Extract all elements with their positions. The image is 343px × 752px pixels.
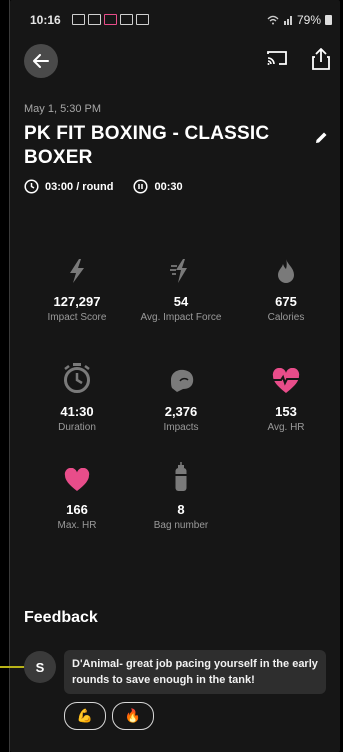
stat-value: 153 xyxy=(275,404,297,419)
workout-title: PK FIT BOXING - CLASSIC BOXER xyxy=(24,123,270,168)
back-button[interactable] xyxy=(24,44,58,78)
feedback-heading: Feedback xyxy=(24,609,98,626)
flex-reaction-button[interactable]: 💪 xyxy=(64,702,106,730)
flex-emoji-icon: 💪 xyxy=(76,708,94,723)
stopwatch-icon xyxy=(64,363,90,393)
status-bar: 10:16 79% xyxy=(10,0,340,40)
status-time: 10:16 xyxy=(30,13,61,27)
round-duration-text: 03:00 / round xyxy=(45,180,114,193)
heart-icon xyxy=(64,468,90,491)
workout-meta: 03:00 / round 00:30 xyxy=(24,179,203,194)
clock-icon xyxy=(24,179,39,194)
arrow-left-icon xyxy=(33,54,49,68)
stat-label: Impact Score xyxy=(47,312,107,323)
stat-value: 166 xyxy=(66,502,88,517)
lightning-icon xyxy=(70,259,84,283)
stat-value: 2,376 xyxy=(164,404,198,419)
reaction-bar: 💪 🔥 xyxy=(64,702,154,730)
avatar-initial: S xyxy=(35,659,45,675)
notification-icon xyxy=(136,14,149,25)
punching-bag-icon xyxy=(175,462,187,491)
notification-icon xyxy=(88,14,101,25)
stat-bag-number: 8 Bag number xyxy=(131,458,231,532)
notification-icons xyxy=(72,14,149,25)
stat-duration: 41:30 Duration xyxy=(27,360,127,434)
stat-label: Avg. Impact Force xyxy=(140,312,222,323)
battery-percent: 79% xyxy=(296,13,321,27)
stat-value: 675 xyxy=(275,294,297,309)
rest-duration-text: 00:30 xyxy=(154,180,183,193)
pause-icon xyxy=(133,179,149,194)
wifi-icon xyxy=(267,15,279,25)
stat-label: Calories xyxy=(267,312,305,323)
workout-datetime: May 1, 5:30 PM xyxy=(24,103,102,115)
signal-icon xyxy=(283,16,292,25)
notification-icon xyxy=(120,14,133,25)
stat-label: Avg. HR xyxy=(267,422,305,433)
notification-icon xyxy=(72,14,85,25)
avatar[interactable]: S xyxy=(24,651,56,683)
feedback-comment: D'Animal- great job pacing yourself in t… xyxy=(64,650,326,694)
avatar-connector xyxy=(0,666,26,668)
battery-icon xyxy=(325,15,332,25)
stat-label: Bag number xyxy=(153,520,209,531)
stat-impact-score: 127,297 Impact Score xyxy=(27,250,127,324)
fire-reaction-button[interactable]: 🔥 xyxy=(112,702,154,730)
stat-label: Duration xyxy=(58,422,96,433)
stat-calories: 675 Calories xyxy=(236,250,336,324)
stat-impacts: 2,376 Impacts xyxy=(131,360,231,434)
cast-icon[interactable] xyxy=(266,49,288,67)
flame-icon xyxy=(278,259,294,283)
rest-duration: 00:30 xyxy=(133,179,183,194)
round-duration: 03:00 / round xyxy=(24,179,113,194)
stat-max-hr: 166 Max. HR xyxy=(27,458,127,532)
stat-value: 41:30 xyxy=(60,404,94,419)
stat-label: Max. HR xyxy=(57,520,97,531)
stat-value: 54 xyxy=(173,294,189,309)
stat-avg-hr: 153 Avg. HR xyxy=(236,360,336,434)
stat-value: 8 xyxy=(177,502,185,517)
pencil-icon[interactable] xyxy=(314,131,328,145)
stat-value: 127,297 xyxy=(53,294,101,309)
status-right: 79% xyxy=(267,13,332,27)
stat-label: Impacts xyxy=(163,422,199,433)
notification-icon xyxy=(104,14,117,25)
boxing-glove-icon xyxy=(171,369,194,392)
impact-force-icon xyxy=(170,259,187,283)
share-icon[interactable] xyxy=(312,48,330,70)
heart-rate-icon xyxy=(272,368,300,393)
fire-emoji-icon: 🔥 xyxy=(124,708,142,723)
stat-avg-impact-force: 54 Avg. Impact Force xyxy=(131,250,231,324)
